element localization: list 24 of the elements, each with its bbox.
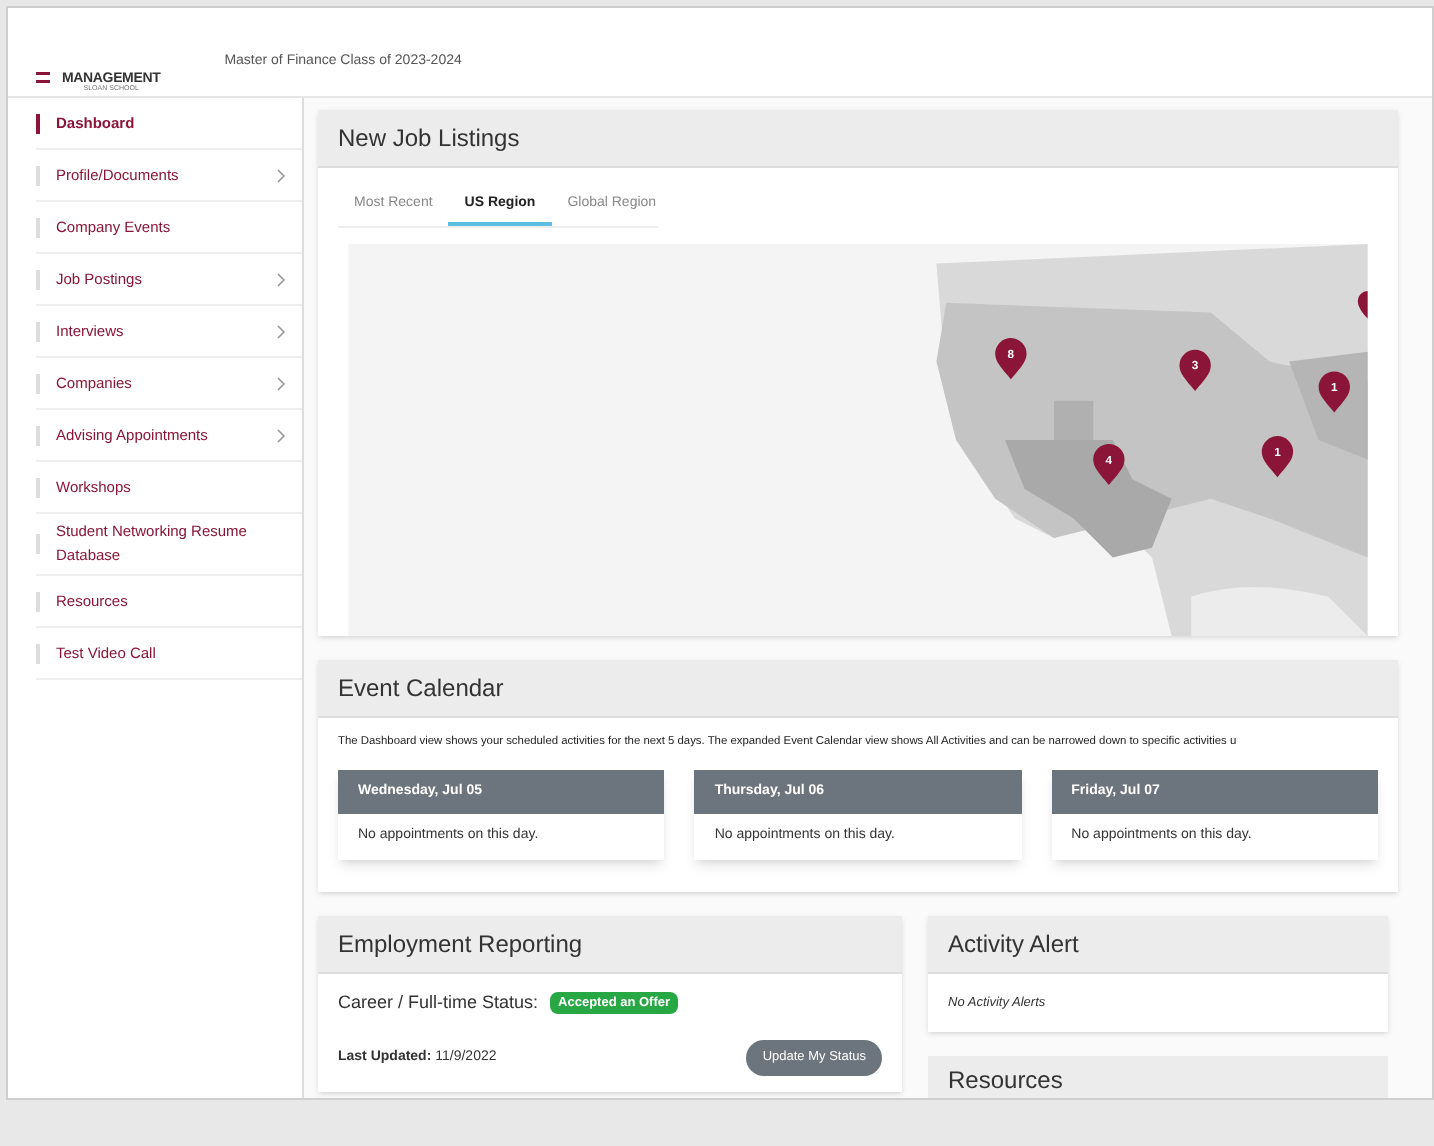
status-label: Career / Full-time Status: — [338, 989, 539, 1016]
panel-header: Event Calendar — [318, 660, 1398, 718]
chevron-right-icon — [276, 427, 286, 443]
item-marker-icon — [36, 321, 40, 341]
item-marker-icon — [36, 165, 40, 185]
chevron-right-icon — [276, 375, 286, 391]
panel-header: Resources — [946, 1064, 1065, 1093]
item-marker-icon — [36, 425, 40, 445]
chevron-right-icon — [276, 271, 286, 287]
item-marker-icon — [36, 477, 40, 497]
item-marker-icon — [36, 534, 40, 554]
item-marker-icon — [36, 643, 40, 663]
chevron-right-icon — [276, 323, 286, 339]
panel-header: Activity Alert — [928, 915, 1388, 974]
map-pin[interactable] — [1357, 291, 1368, 319]
item-marker-icon — [36, 373, 40, 393]
item-marker-icon — [36, 269, 40, 289]
item-marker-icon — [36, 217, 40, 237]
panel-header: New Job Listings — [318, 110, 1398, 168]
item-marker-icon — [36, 113, 40, 133]
panel-header: Employment Reporting — [318, 915, 902, 974]
menu-icon[interactable] — [36, 71, 50, 83]
item-marker-icon — [36, 591, 40, 611]
chevron-right-icon — [276, 167, 286, 183]
